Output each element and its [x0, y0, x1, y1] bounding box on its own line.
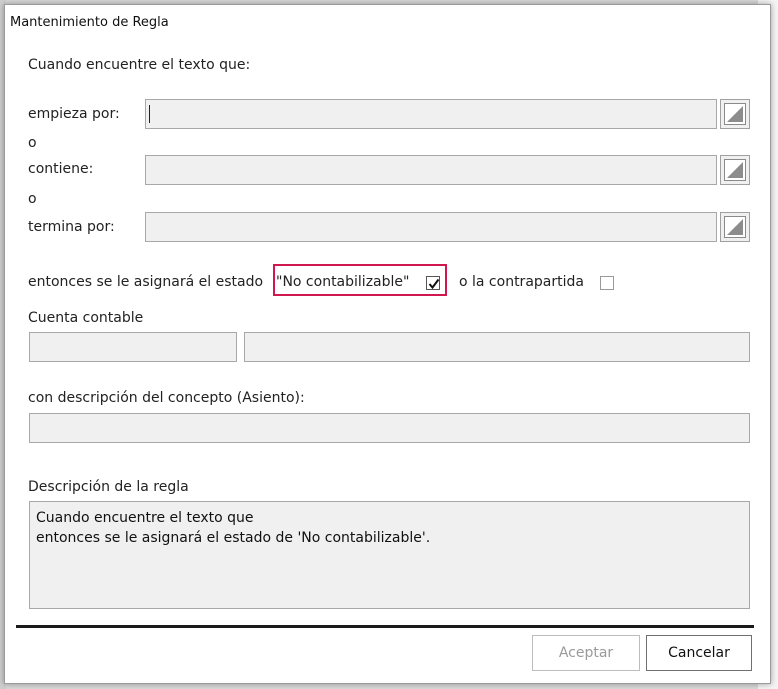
starts-with-field[interactable]: [145, 99, 717, 129]
status-option-label: "No contabilizable": [276, 274, 410, 290]
expand-editor-icon: [724, 159, 746, 181]
text-caret: [149, 105, 150, 123]
cancel-button[interactable]: Cancelar: [646, 635, 752, 671]
rule-description-line: Cuando encuentre el texto que: [36, 510, 254, 526]
ends-with-expand-button[interactable]: [720, 212, 750, 242]
checkmark-icon: [428, 278, 440, 290]
expand-editor-icon: [724, 216, 746, 238]
ends-with-label: termina por:: [28, 219, 115, 235]
intro-label: Cuando encuentre el texto que:: [28, 57, 251, 73]
expand-editor-icon: [724, 103, 746, 125]
account-code-field[interactable]: [29, 332, 237, 362]
or-label-2: o: [28, 191, 37, 207]
rule-description-label: Descripción de la regla: [28, 479, 189, 495]
ends-with-field[interactable]: [145, 212, 717, 242]
starts-with-input[interactable]: [146, 100, 716, 128]
counterpart-checkbox[interactable]: [600, 276, 614, 290]
contains-expand-button[interactable]: [720, 155, 750, 185]
account-label: Cuenta contable: [28, 310, 144, 326]
account-code-input[interactable]: [30, 333, 236, 361]
starts-with-expand-button[interactable]: [720, 99, 750, 129]
account-name-input[interactable]: [245, 333, 749, 361]
concept-field[interactable]: [29, 413, 750, 443]
starts-with-label: empieza por:: [28, 106, 120, 122]
contains-label: contiene:: [28, 161, 94, 177]
counterpart-label: o la contrapartida: [459, 274, 584, 290]
contains-input[interactable]: [146, 156, 716, 184]
concept-label: con descripción del concepto (Asiento):: [28, 390, 305, 406]
accept-button[interactable]: Aceptar: [532, 635, 640, 671]
concept-input[interactable]: [30, 414, 749, 442]
dialog-title: Mantenimiento de Regla: [10, 15, 169, 30]
ends-with-input[interactable]: [146, 213, 716, 241]
rule-description-textarea[interactable]: Cuando encuentre el texto que entonces s…: [29, 501, 750, 609]
rule-maintenance-dialog: Mantenimiento de Regla Cuando encuentre …: [4, 4, 771, 684]
footer-separator: [16, 625, 754, 628]
no-contabilizable-checkbox[interactable]: [426, 276, 440, 290]
rule-description-line: entonces se le asignará el estado de 'No…: [36, 530, 431, 546]
then-status-label: entonces se le asignará el estado: [28, 274, 264, 290]
contains-field[interactable]: [145, 155, 717, 185]
or-label-1: o: [28, 135, 37, 151]
account-name-field[interactable]: [244, 332, 750, 362]
